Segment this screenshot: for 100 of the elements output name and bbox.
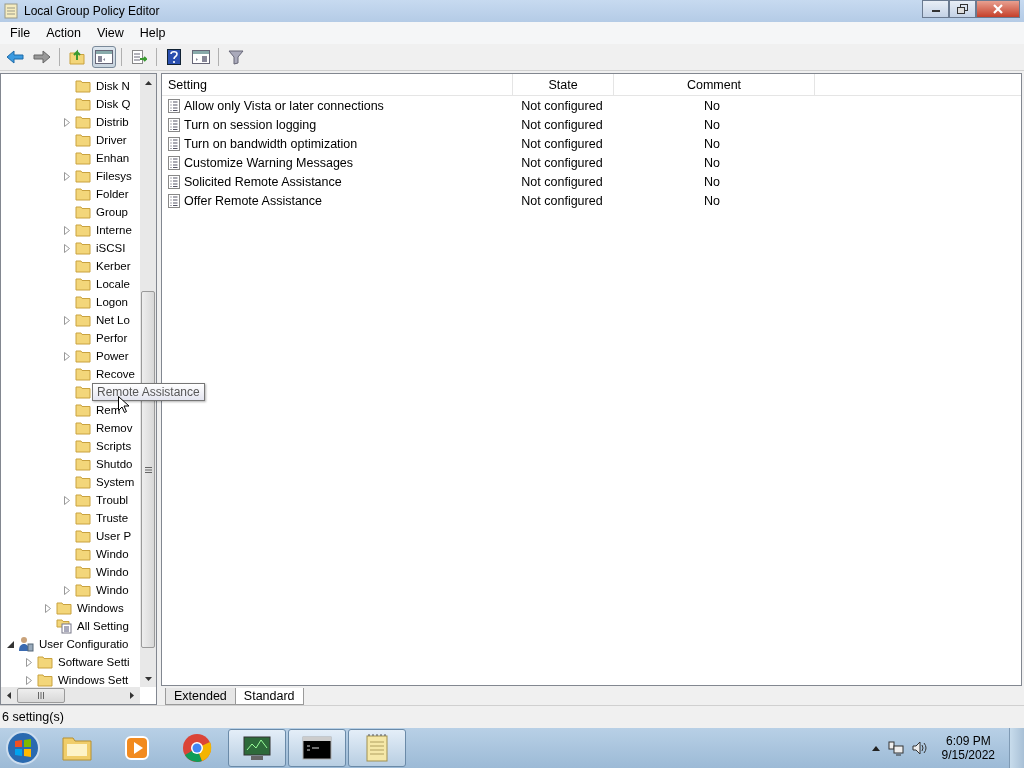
folder-icon [75, 241, 91, 255]
view-tab[interactable]: Standard [234, 688, 304, 705]
tree-item[interactable]: Disk Q [94, 98, 133, 110]
terminal-icon[interactable] [302, 736, 332, 760]
tree-item[interactable]: Logon [94, 296, 130, 308]
menu-item[interactable]: Action [38, 24, 89, 42]
folder-icon [75, 259, 91, 273]
policy-setting-icon [168, 174, 180, 189]
folder-icon [75, 367, 91, 381]
start-button[interactable] [5, 730, 41, 766]
browser-icon[interactable] [182, 733, 212, 763]
menu-item[interactable]: Help [131, 24, 174, 42]
tree-item[interactable]: Remov [94, 422, 135, 434]
tree-item[interactable]: All Setting [75, 620, 131, 632]
tree-item[interactable]: Windows Sett [56, 674, 131, 686]
expanded-arrow-icon[interactable] [6, 640, 14, 648]
tree-item[interactable]: Disk N [94, 80, 132, 92]
setting-cell[interactable]: Allow only Vista or later connections [162, 98, 512, 113]
taskbar-button[interactable] [228, 729, 286, 767]
setting-cell[interactable]: Offer Remote Assistance [162, 193, 512, 208]
folder-icon [75, 349, 91, 363]
restore-button[interactable] [949, 0, 976, 18]
folder-icon [37, 655, 53, 669]
collapsed-arrow-icon[interactable] [64, 585, 70, 595]
horizontal-scrollbar[interactable] [1, 687, 140, 704]
notepad-icon[interactable] [364, 733, 390, 763]
media-player-icon[interactable] [123, 734, 151, 762]
collapsed-arrow-icon[interactable] [64, 315, 70, 325]
taskbar-button[interactable] [288, 729, 346, 767]
folder-icon [75, 115, 91, 129]
folder-icon [75, 295, 91, 309]
down-arrow-icon[interactable] [144, 676, 152, 681]
folder-icon [75, 313, 91, 327]
folder-icon [75, 169, 91, 183]
window-title: Local Group Policy Editor [24, 4, 161, 18]
tree-item[interactable]: Filesys [94, 170, 134, 182]
collapsed-arrow-icon[interactable] [45, 603, 51, 613]
setting-cell[interactable]: Customize Warning Messages [162, 155, 512, 170]
collapsed-arrow-icon[interactable] [64, 117, 70, 127]
tree-item[interactable]: Distrib [94, 116, 131, 128]
clock[interactable]: 6:09 PM 9/15/2022 [935, 734, 1001, 762]
tree-item[interactable]: iSCSI [94, 242, 128, 254]
setting-cell[interactable]: Turn on session logging [162, 117, 512, 132]
state-cell-text: Not configured [520, 174, 604, 189]
collapsed-arrow-icon[interactable] [64, 495, 70, 505]
restore-icon[interactable] [956, 4, 969, 14]
tree-item[interactable]: Locale [94, 278, 132, 290]
minimize-button[interactable] [922, 0, 949, 18]
tree-item[interactable]: Folder [94, 188, 131, 200]
setting-cell[interactable]: Solicited Remote Assistance [162, 174, 512, 189]
tree-item[interactable]: Driver [94, 134, 129, 146]
tree-item[interactable]: Shutdo [94, 458, 135, 470]
left-arrow-icon[interactable] [7, 692, 11, 699]
help-icon[interactable] [167, 49, 181, 65]
column-header[interactable]: Setting [162, 74, 513, 95]
tree-item[interactable]: Truste [94, 512, 131, 524]
view-tab[interactable]: Extended [165, 688, 236, 705]
tree-item[interactable]: Group [94, 206, 130, 218]
tree-item[interactable]: Troubl [94, 494, 131, 506]
tree-item[interactable]: Power [94, 350, 131, 362]
column-header[interactable]: State [513, 74, 614, 95]
comment-cell-text: No [703, 117, 721, 132]
show-hidden-icons-icon[interactable] [871, 745, 880, 751]
tree-item[interactable]: Net Lo [94, 314, 132, 326]
policy-setting-icon [168, 136, 180, 151]
folder-icon [75, 385, 91, 399]
tree-item[interactable]: Recove [94, 368, 137, 380]
tree-item[interactable]: Enhan [94, 152, 132, 164]
close-button[interactable] [976, 0, 1020, 18]
tree-item[interactable]: Rem [94, 404, 123, 416]
tree-item[interactable]: Interne [94, 224, 134, 236]
column-header[interactable]: Comment [614, 74, 815, 95]
tree-item[interactable]: User P [94, 530, 134, 542]
tree-item[interactable]: Perfor [94, 332, 130, 344]
tree-item[interactable]: Kerber [94, 260, 133, 272]
speaker-icon[interactable] [911, 740, 928, 756]
tree-item[interactable]: User Configuratio [37, 638, 131, 650]
menu-item[interactable]: View [88, 24, 132, 42]
menu-item[interactable]: File [2, 24, 39, 42]
tree-item[interactable]: Windo [94, 548, 131, 560]
tree-item[interactable]: Windo [94, 584, 131, 596]
right-arrow-icon[interactable] [130, 692, 134, 699]
folder-icon[interactable] [61, 734, 93, 762]
state-cell-text: Not configured [520, 136, 604, 151]
close-icon[interactable] [992, 4, 1004, 14]
show-desktop-button[interactable] [1009, 728, 1024, 768]
tree-item[interactable]: Software Setti [56, 656, 132, 668]
state-cell-text: Not configured [520, 155, 604, 170]
collapsed-arrow-icon[interactable] [64, 171, 70, 181]
tree-item[interactable]: Scripts [94, 440, 134, 452]
tree-item[interactable]: Windows [75, 602, 126, 614]
tree-item[interactable]: System [94, 476, 137, 488]
policy-setting-icon [168, 193, 180, 208]
collapsed-arrow-icon[interactable] [64, 351, 70, 361]
setting-cell[interactable]: Turn on bandwidth optimization [162, 136, 512, 151]
network-icon[interactable] [887, 740, 904, 756]
up-arrow-icon[interactable] [144, 80, 152, 85]
monitor-icon[interactable] [241, 734, 273, 762]
tree-item[interactable]: Windo [94, 566, 131, 578]
folder-icon [75, 133, 91, 147]
